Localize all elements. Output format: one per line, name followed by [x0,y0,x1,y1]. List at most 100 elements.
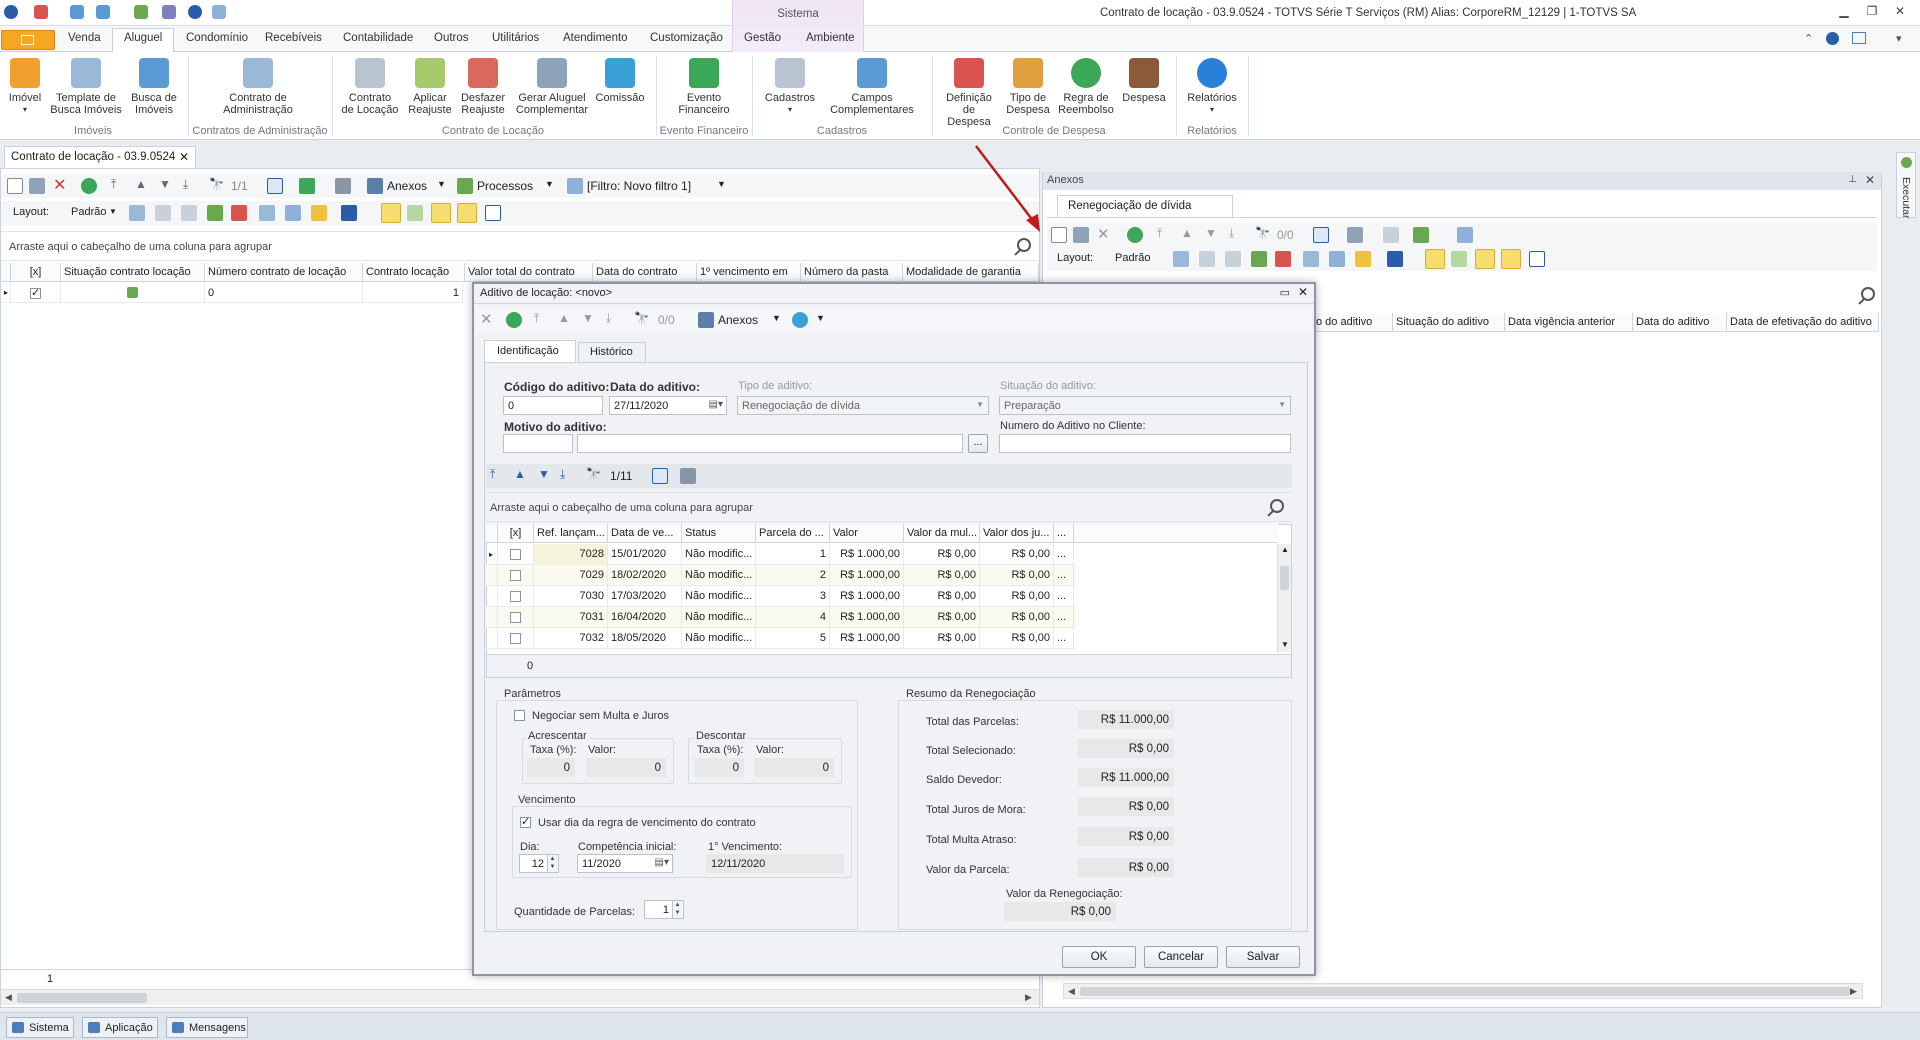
print-icon[interactable] [1383,227,1399,243]
delete-icon[interactable]: ✕ [1097,225,1110,243]
find-icon[interactable]: 🔭 [209,177,224,191]
tab-condominio[interactable]: Condomínio [186,32,248,44]
ok-button[interactable]: OK [1062,946,1136,968]
column-header[interactable]: ... [1054,524,1074,543]
column-header[interactable]: Data de efetivação do aditivo [1727,313,1879,332]
next-record-icon[interactable]: ▼ [538,467,550,481]
table-row[interactable]: ▸ 0 1 [1,283,463,304]
table-row[interactable]: ▸ 7028 15/01/2020 Não modific... 1 R$ 1.… [486,544,1076,565]
search-icon[interactable] [1013,238,1031,254]
data-aditivo-field[interactable]: 27/11/2020 ▤▾ [609,396,727,415]
find-icon[interactable]: 🔭 [634,311,649,325]
delete-icon[interactable]: ✕ [480,310,493,328]
layout-tool-icon[interactable] [207,205,223,221]
descontar-taxa-field[interactable]: 0 [694,758,744,777]
maximize-icon[interactable]: ▭ [1280,286,1290,299]
scroll-left-icon[interactable]: ◀ [5,992,12,1003]
column-header[interactable]: Data do aditivo [1633,313,1727,332]
highlight-toggle-icon[interactable] [431,203,451,223]
anexos-menu[interactable]: Anexos [387,179,427,193]
collapse-ribbon-icon[interactable]: ⌃ [1804,32,1813,45]
column-header[interactable]: Número contrato de locação [205,263,363,282]
layout-tool-icon[interactable] [259,205,275,221]
highlight-toggle-icon[interactable] [457,203,477,223]
column-header[interactable]: Data vigência anterior [1505,313,1633,332]
column-header[interactable]: Situação do aditivo [1393,313,1505,332]
column-header[interactable]: Valor total do contrato [465,263,593,282]
renegociacao-tab[interactable]: Renegociação de dívida [1057,195,1233,217]
column-header[interactable]: o do aditivo [1313,313,1393,332]
tab-contabilidade[interactable]: Contabilidade [343,32,413,44]
row-checkbox[interactable] [498,544,534,565]
layout-tool-icon[interactable] [407,205,423,221]
column-header[interactable]: Valor dos ju... [980,524,1054,543]
definicao-despesa-button[interactable]: Definição de Despesa [940,58,998,128]
previous-record-icon[interactable]: ▲ [1181,226,1193,240]
parcelas-group-by-area[interactable]: Arraste aqui o cabeçalho de uma coluna p… [486,492,1292,522]
first-record-icon[interactable]: ⤒ [111,177,116,192]
layout-tool-icon[interactable] [1329,251,1345,267]
print-icon[interactable] [680,468,696,484]
column-header[interactable]: Valor [830,524,904,543]
layout-tool-icon[interactable] [285,205,301,221]
edit-icon[interactable] [1073,227,1089,243]
text-format-icon[interactable] [1529,251,1545,267]
column-header[interactable]: Valor da mul... [904,524,980,543]
grid-view-icon[interactable] [1313,227,1329,243]
previous-record-icon[interactable]: ▲ [514,467,526,481]
usar-dia-checkbox[interactable] [520,815,531,828]
anexos-menu[interactable]: Anexos [718,313,758,327]
first-record-icon[interactable]: ⤒ [490,467,495,482]
processos-menu[interactable]: Processos [477,179,533,193]
minimize-button[interactable]: ▁ [1833,4,1855,20]
competencia-field[interactable]: 11/2020 ▤▾ [577,854,673,873]
desfazer-reajuste-button[interactable]: Desfazer Reajuste [458,58,508,116]
print-icon[interactable] [335,178,351,194]
quick-access-icon[interactable] [162,5,176,19]
filtro-menu[interactable]: [Filtro: Novo filtro 1] [587,179,691,193]
scrollbar-thumb[interactable] [1280,566,1289,590]
aplicar-reajuste-button[interactable]: Aplicar Reajuste [406,58,454,116]
first-record-icon[interactable]: ⤒ [1157,226,1162,241]
layout-icon[interactable] [1852,32,1866,44]
refresh-icon[interactable] [506,312,522,328]
tab-aluguel[interactable]: Aluguel [124,32,162,44]
checkbox-icon[interactable] [510,590,521,602]
checkbox-icon[interactable] [510,569,521,581]
motivo-description-field[interactable] [577,434,963,453]
quick-access-icon[interactable] [188,5,202,19]
checkbox-icon[interactable] [510,632,521,644]
dropdown-arrow-icon[interactable]: ▼ [437,179,446,189]
processes-icon[interactable] [1413,227,1429,243]
dropdown-arrow-icon[interactable]: ▼ [545,179,554,189]
acrescentar-taxa-field[interactable]: 0 [527,758,575,777]
scroll-down-icon[interactable]: ▼ [1281,640,1289,649]
tab-utilitarios[interactable]: Utilitários [492,32,539,44]
relatorios-button[interactable]: Relatórios ▾ [1184,58,1240,116]
scroll-up-icon[interactable]: ▲ [1281,545,1289,554]
layout-tool-icon[interactable] [311,205,327,221]
delete-icon[interactable]: ✕ [53,175,66,195]
search-icon[interactable] [1857,287,1875,303]
evento-financeiro-button[interactable]: Evento Financeiro [668,58,740,116]
despesa-button[interactable]: Despesa [1120,58,1168,104]
tab-customizacao[interactable]: Customização [650,32,723,44]
layout-tool-icon[interactable] [155,205,171,221]
layout-tool-icon[interactable] [1303,251,1319,267]
tab-recebiveis[interactable]: Recebíveis [265,32,322,44]
tab-outros[interactable]: Outros [434,32,469,44]
close-tab-icon[interactable]: ✕ [179,150,189,164]
row-checkbox[interactable] [11,283,61,304]
salvar-button[interactable]: Salvar [1226,946,1300,968]
first-record-icon[interactable]: ⤒ [534,311,539,326]
quick-access-icon[interactable] [212,5,226,19]
next-record-icon[interactable]: ▼ [582,311,594,325]
tab-atendimento[interactable]: Atendimento [563,32,628,44]
column-header[interactable]: Data do contrato [593,263,697,282]
previous-record-icon[interactable]: ▲ [558,311,570,325]
vertical-scrollbar[interactable]: ▲ ▼ [1277,544,1291,652]
layout-tool-icon[interactable] [181,205,197,221]
new-icon[interactable] [1051,227,1067,243]
chart-icon[interactable] [1387,251,1403,267]
template-busca-imoveis-button[interactable]: Template de Busca Imóveis [48,58,124,116]
